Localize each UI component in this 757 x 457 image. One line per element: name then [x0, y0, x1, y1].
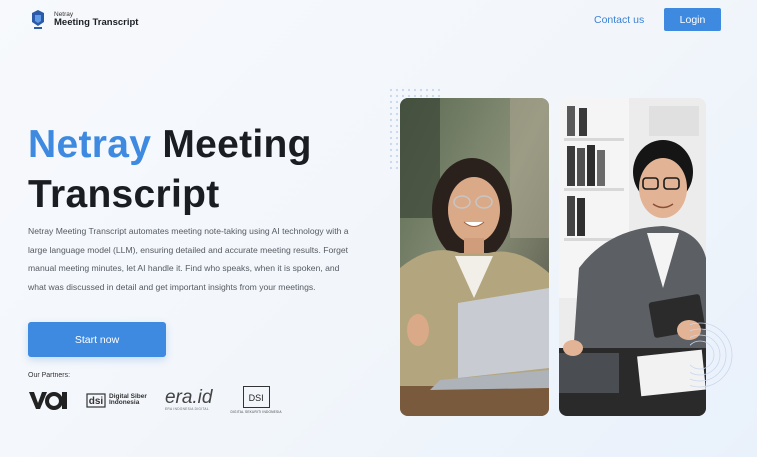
brand-logo[interactable]: Netray Meeting Transcript — [29, 9, 138, 31]
partner-logo-eraid: era.id ERA INDONESIA DIGITAL — [164, 387, 213, 411]
start-now-button[interactable]: Start now — [28, 322, 166, 357]
dsi-sekuriti-subtitle: DIGITAL SEKURITI INDONESIA — [230, 410, 282, 414]
dsi-box-text: DSI — [248, 393, 264, 403]
login-button[interactable]: Login — [664, 8, 721, 31]
partners-logos: dsi Digital Siber Indonesia era.id ERA I… — [28, 386, 300, 414]
decorative-rings — [690, 322, 733, 388]
hero-description: Netray Meeting Transcript automates meet… — [28, 226, 349, 292]
man-with-tablet-photo — [559, 98, 706, 416]
eraid-subtitle: ERA INDONESIA DIGITAL — [164, 407, 209, 411]
voi-logo-icon — [29, 392, 67, 410]
eraid-wordmark: era.id — [164, 387, 213, 408]
dsi-line2: Indonesia — [109, 399, 140, 406]
partner-logo-voi — [28, 390, 68, 410]
hero-title-line2: Transcript — [28, 173, 220, 216]
woman-with-laptop-photo — [400, 98, 549, 416]
brand-mark-icon — [32, 10, 44, 29]
contact-us-link[interactable]: Contact us — [594, 14, 644, 26]
partner-logo-dsi-sekuriti: DSI DIGITAL SEKURITI INDONESIA — [230, 386, 282, 414]
hero-title-word: Meeting — [162, 123, 312, 166]
dsi-mark-icon: dsi — [86, 393, 106, 408]
hero-title-accent: Netray — [28, 123, 152, 166]
partner-logo-dsi: dsi Digital Siber Indonesia — [86, 391, 147, 409]
svg-text:dsi: dsi — [89, 396, 104, 407]
partners-label: Our Partners: — [28, 372, 71, 379]
brand-name: Meeting Transcript — [54, 17, 139, 29]
hero-title: Netray Meeting Transcript — [28, 120, 378, 220]
